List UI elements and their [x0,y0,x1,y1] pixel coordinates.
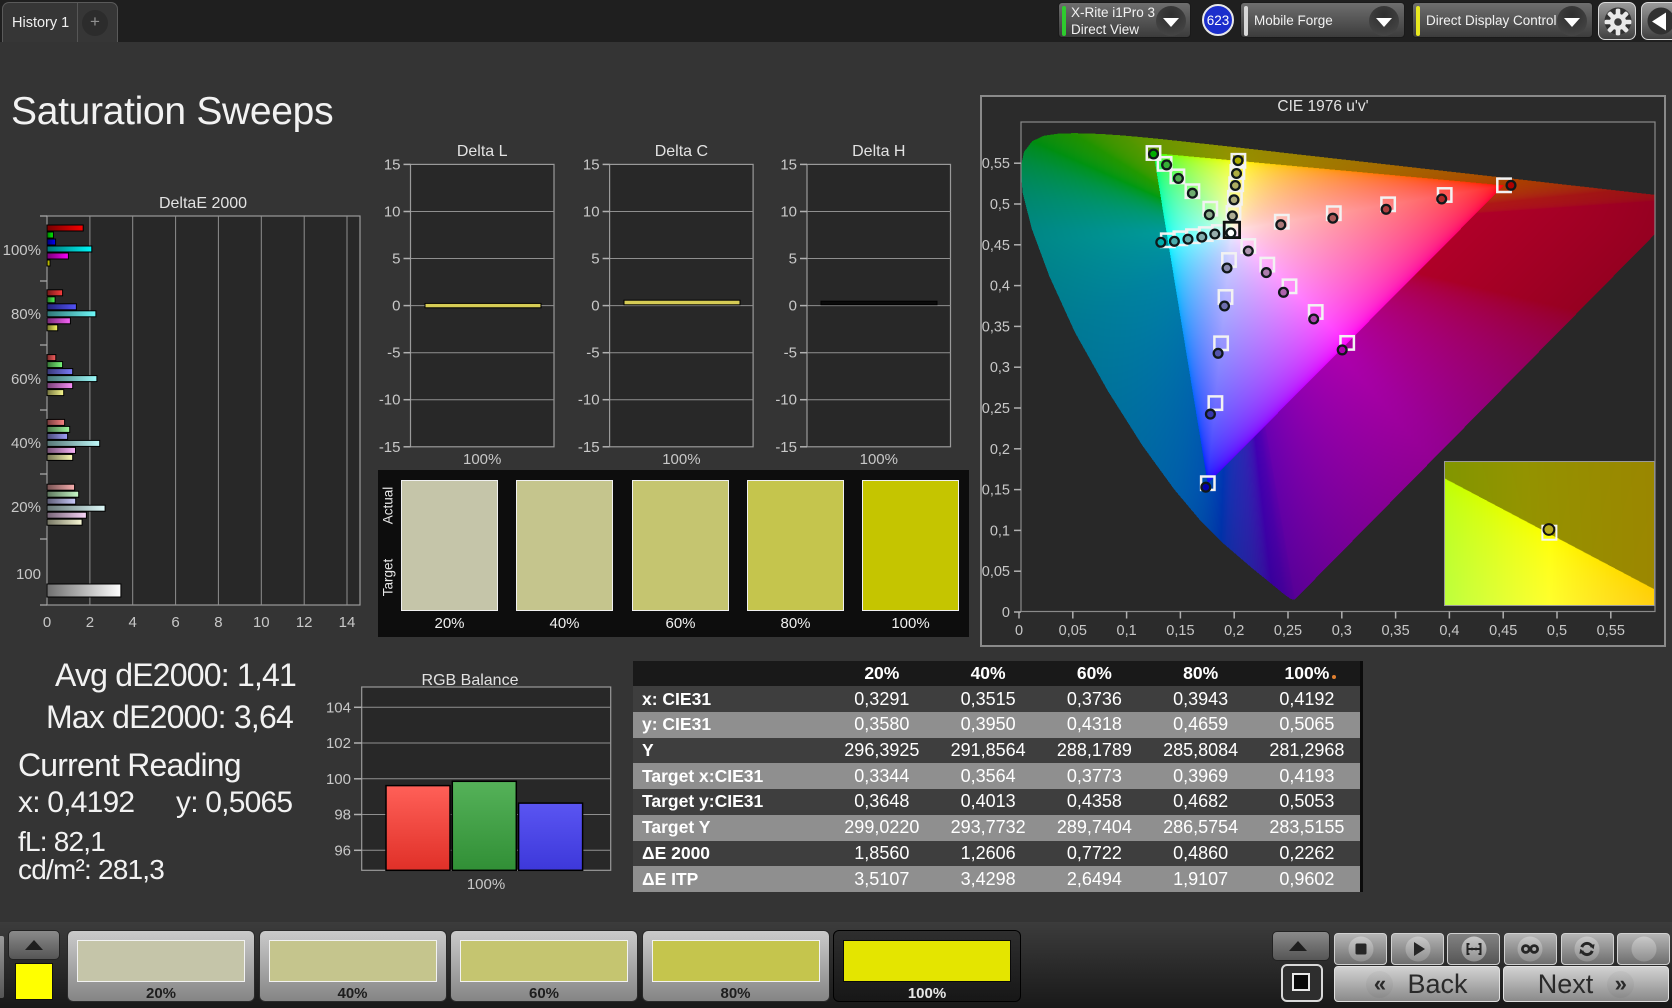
svg-text:0: 0 [1002,605,1010,621]
svg-text:0,3: 0,3 [990,360,1010,376]
svg-text:0,55: 0,55 [1597,623,1625,639]
svg-text:104: 104 [326,699,351,716]
svg-text:0,25: 0,25 [1274,623,1302,639]
svg-text:0,15: 0,15 [982,483,1010,499]
svg-text:0,4: 0,4 [1439,623,1459,639]
svg-text:0,45: 0,45 [982,238,1010,254]
svg-text:0,05: 0,05 [1059,623,1087,639]
svg-text:0,1: 0,1 [990,523,1010,539]
svg-text:0,3: 0,3 [1332,623,1352,639]
svg-text:100: 100 [326,771,351,788]
svg-text:0,5: 0,5 [990,197,1010,213]
svg-text:0,1: 0,1 [1117,623,1137,639]
svg-text:0,5: 0,5 [1547,623,1567,639]
svg-text:0,55: 0,55 [982,156,1010,172]
svg-text:0,35: 0,35 [982,319,1010,335]
svg-text:100%: 100% [467,876,505,893]
svg-text:0,35: 0,35 [1381,623,1409,639]
svg-text:0,25: 0,25 [982,401,1010,417]
svg-text:98: 98 [334,807,351,824]
svg-text:0: 0 [1015,623,1023,639]
svg-text:0,15: 0,15 [1166,623,1194,639]
svg-text:96: 96 [334,842,351,859]
svg-text:102: 102 [326,735,351,752]
svg-text:0,45: 0,45 [1489,623,1517,639]
svg-text:0,2: 0,2 [1224,623,1244,639]
svg-text:0,2: 0,2 [990,442,1010,458]
svg-text:0,4: 0,4 [990,279,1010,295]
svg-text:0,05: 0,05 [982,564,1010,580]
